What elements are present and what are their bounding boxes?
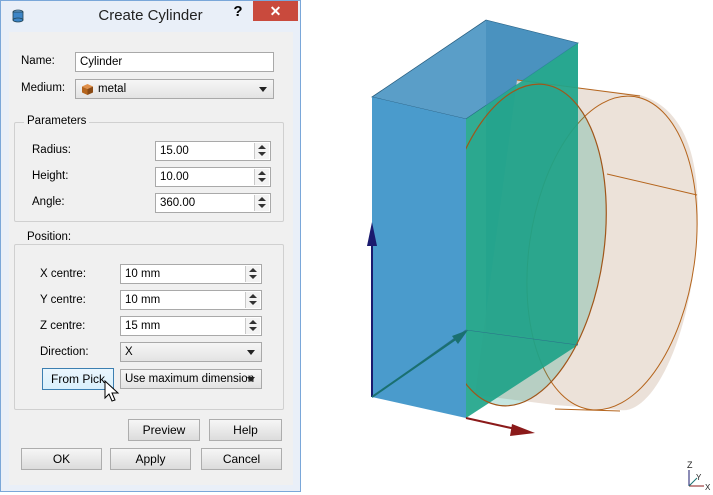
z-centre-input[interactable]: 15 mm [120,316,262,336]
z-centre-label: Z centre: [40,320,86,332]
dialog-titlebar[interactable]: Create Cylinder ? ✕ [1,1,300,31]
position-title: Position: [24,231,75,243]
height-value: 10.00 [160,171,189,183]
apply-button[interactable]: Apply [110,448,191,470]
angle-value: 360.00 [160,197,196,209]
spin-down-icon [258,204,266,208]
spin-down-icon [249,301,257,305]
medium-select[interactable]: metal [75,79,274,99]
angle-input[interactable]: 360.00 [155,193,271,213]
spin-up-icon [258,171,266,175]
3d-viewport[interactable]: Z Y X [301,0,713,492]
direction-label: Direction: [40,346,89,358]
orientation-triad: Z Y X [687,460,711,492]
height-spinner[interactable] [254,169,269,185]
medium-value: metal [98,83,127,95]
spin-down-icon [249,327,257,331]
help-question-button[interactable]: ? [228,3,248,23]
spin-up-icon [258,145,266,149]
preview-button[interactable]: Preview [128,419,200,441]
spin-down-icon [258,178,266,182]
ok-button[interactable]: OK [21,448,102,470]
y-centre-spinner[interactable] [245,292,260,308]
dimension-select[interactable]: Use maximum dimension [120,369,262,389]
x-centre-label: X centre: [40,268,87,280]
triad-z-label: Z [687,460,693,470]
z-centre-spinner[interactable] [245,318,260,334]
x-centre-spinner[interactable] [245,266,260,282]
y-centre-value: 10 mm [125,294,161,306]
chevron-down-icon [259,87,267,92]
direction-value: X [125,346,133,358]
spin-up-icon [249,294,257,298]
x-centre-input[interactable]: 10 mm [120,264,262,284]
spin-up-icon [258,197,266,201]
create-cylinder-dialog: Create Cylinder ? ✕ Name: Cylinder Mediu… [0,0,301,492]
x-axis-arrow-icon [510,424,535,436]
x-centre-value: 10 mm [125,268,161,280]
y-centre-input[interactable]: 10 mm [120,290,262,310]
angle-label: Angle: [32,196,65,208]
z-centre-value: 15 mm [125,320,161,332]
mouse-cursor-icon [104,380,120,402]
radius-spinner[interactable] [254,143,269,159]
height-label: Height: [32,170,69,182]
radius-value: 15.00 [160,145,189,157]
material-cube-icon [82,84,93,95]
spin-up-icon [249,268,257,272]
spin-up-icon [249,320,257,324]
box-front-face [372,97,466,418]
spin-down-icon [249,275,257,279]
dimension-value: Use maximum dimension [125,373,255,385]
y-centre-label: Y centre: [40,294,86,306]
name-label: Name: [21,55,55,67]
angle-spinner[interactable] [254,195,269,211]
name-field[interactable]: Cylinder [75,52,274,72]
height-input[interactable]: 10.00 [155,167,271,187]
cancel-button[interactable]: Cancel [201,448,282,470]
spin-down-icon [258,152,266,156]
help-button[interactable]: Help [209,419,282,441]
direction-select[interactable]: X [120,342,262,362]
triad-y-label: Y [696,473,702,482]
scene: Z Y X [367,19,711,492]
triad-x-label: X [705,483,711,492]
radius-label: Radius: [32,144,71,156]
radius-input[interactable]: 15.00 [155,141,271,161]
chevron-down-icon [247,377,255,382]
dialog-body: Name: Cylinder Medium: metal Parameters … [9,32,293,485]
close-button[interactable]: ✕ [253,1,298,21]
medium-label: Medium: [21,82,66,94]
chevron-down-icon [247,350,255,355]
parameters-title: Parameters [24,115,90,127]
